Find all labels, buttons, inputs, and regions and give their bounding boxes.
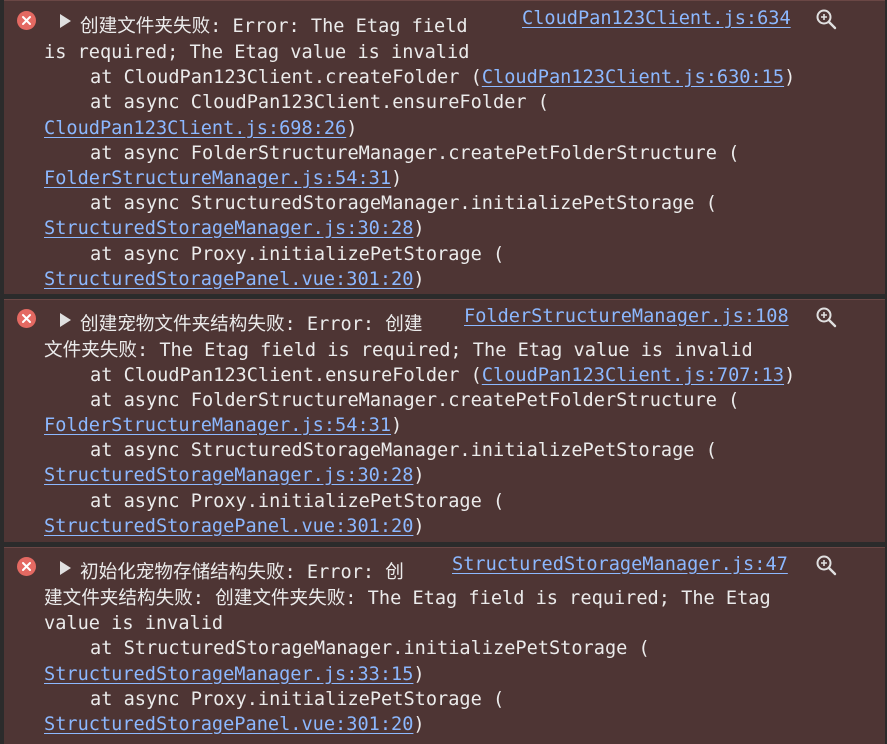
stack-frame-continuation: FolderStructureManager.js:54:31) (44, 168, 403, 189)
error-message-continuation: value is invalid (44, 613, 224, 634)
stack-frame-link[interactable]: StructuredStoragePanel.vue:301:20 (44, 516, 413, 537)
stack-frame-continuation: StructuredStorageManager.js:30:28) (44, 218, 425, 239)
stack-frame-continuation: StructuredStoragePanel.vue:301:20) (44, 516, 425, 537)
expand-triangle-icon[interactable] (60, 561, 71, 575)
stack-frame-link[interactable]: CloudPan123Client.js:707:13 (482, 365, 784, 386)
stack-frame: at async FolderStructureManager.createPe… (90, 143, 740, 164)
stack-frame: at async Proxy.initializePetStorage ( (90, 244, 505, 265)
stack-frame: at StructuredStorageManager.initializePe… (90, 638, 650, 659)
stack-frame-continuation: StructuredStorageManager.js:30:28) (44, 465, 425, 486)
error-message-continuation: 文件夹失败: The Etag field is required; The E… (44, 340, 753, 361)
stack-frame-link[interactable]: FolderStructureManager.js:54:31 (44, 168, 391, 189)
expand-triangle-icon[interactable] (60, 14, 71, 28)
error-message: 创建宠物文件夹结构失败: Error: 创建 (80, 314, 423, 335)
search-icon[interactable] (814, 553, 838, 577)
console-error-entry: 创建文件夹失败: Error: The Etag field CloudPan1… (4, 0, 885, 294)
console-error-entry: 创建宠物文件夹结构失败: Error: 创建 FolderStructureMa… (4, 299, 885, 542)
stack-frame: at async FolderStructureManager.createPe… (90, 390, 740, 411)
error-message-continuation: 建文件夹结构失败: 创建文件夹失败: The Etag field is req… (44, 588, 771, 609)
stack-frame-continuation: FolderStructureManager.js:54:31) (44, 415, 403, 436)
stack-frame: at CloudPan123Client.ensureFolder (Cloud… (90, 365, 796, 386)
stack-frame-link[interactable]: StructuredStoragePanel.vue:301:20 (44, 269, 413, 290)
stack-frame-link[interactable]: StructuredStoragePanel.vue:301:20 (44, 714, 413, 735)
source-link[interactable]: StructuredStorageManager.js:47 (452, 552, 788, 577)
console-error-entry: 初始化宠物存储结构失败: Error: 创 StructuredStorageM… (4, 547, 885, 744)
stack-frame-link[interactable]: StructuredStorageManager.js:33:15 (44, 664, 413, 685)
error-message-continuation: is required; The Etag value is invalid (44, 42, 470, 63)
stack-frame: at async Proxy.initializePetStorage ( (90, 491, 505, 512)
stack-frame: at CloudPan123Client.createFolder (Cloud… (90, 67, 796, 88)
stack-frame-continuation: StructuredStorageManager.js:33:15) (44, 664, 425, 685)
error-icon (17, 309, 36, 328)
error-icon (17, 11, 36, 30)
stack-frame-link[interactable]: CloudPan123Client.js:698:26 (44, 118, 346, 139)
stack-frame-continuation: CloudPan123Client.js:698:26) (44, 118, 358, 139)
error-icon (17, 557, 36, 576)
source-link[interactable]: FolderStructureManager.js:108 (464, 304, 789, 329)
stack-frame: at async StructuredStorageManager.initia… (90, 440, 717, 461)
stack-frame-link[interactable]: StructuredStorageManager.js:30:28 (44, 218, 413, 239)
source-link[interactable]: CloudPan123Client.js:634 (522, 6, 791, 31)
stack-frame: at async CloudPan123Client.ensureFolder … (90, 92, 549, 113)
stack-frame-link[interactable]: StructuredStorageManager.js:30:28 (44, 465, 413, 486)
error-message: 初始化宠物存储结构失败: Error: 创 (80, 562, 404, 583)
stack-frame-link[interactable]: FolderStructureManager.js:54:31 (44, 415, 391, 436)
stack-frame: at async StructuredStorageManager.initia… (90, 193, 717, 214)
stack-frame: at async Proxy.initializePetStorage ( (90, 689, 505, 710)
stack-frame-continuation: StructuredStoragePanel.vue:301:20) (44, 714, 425, 735)
error-message: 创建文件夹失败: Error: The Etag field (80, 16, 468, 37)
search-icon[interactable] (814, 305, 838, 329)
search-icon[interactable] (814, 7, 838, 31)
expand-triangle-icon[interactable] (60, 313, 71, 327)
stack-frame-continuation: StructuredStoragePanel.vue:301:20) (44, 269, 425, 290)
stack-frame-link[interactable]: CloudPan123Client.js:630:15 (482, 67, 784, 88)
